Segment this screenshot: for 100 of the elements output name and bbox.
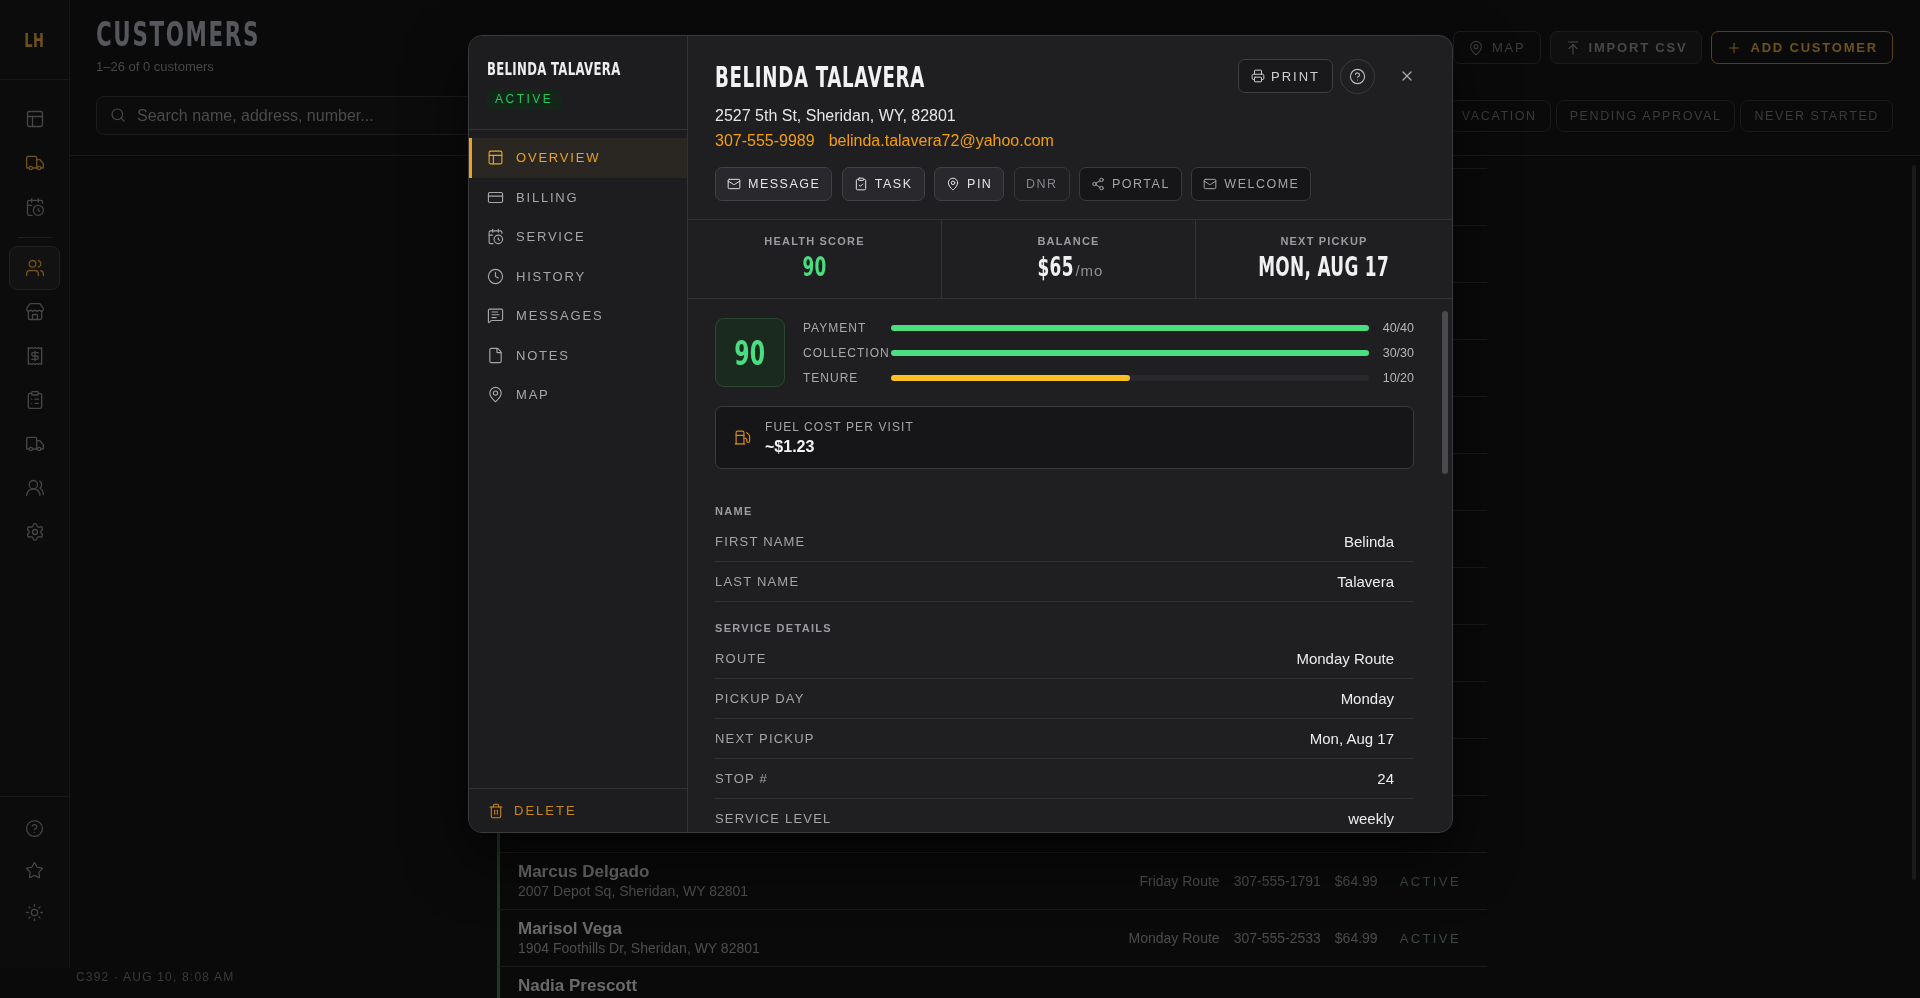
status-text: ACTIVE <box>1399 930 1461 946</box>
truck-icon <box>24 153 45 173</box>
delete-button[interactable]: DELETE <box>488 802 577 819</box>
customer-row[interactable]: Marisol Vega 1904 Foothills Dr, Sheridan, WY 82801 Monday Route 307-555-2533 $64.99 ACTIVE <box>497 910 1487 967</box>
mail-icon <box>1203 177 1218 191</box>
sidebar-tab[interactable]: MAP <box>469 375 687 415</box>
fuel-pump-icon <box>734 429 751 446</box>
store-icon <box>24 302 45 322</box>
score-value: 90 <box>734 332 766 373</box>
phone-link[interactable]: 307-555-9989 <box>715 131 815 151</box>
customer-name: Marcus Delgado <box>518 862 650 882</box>
print-button[interactable]: PRINT <box>1238 59 1333 93</box>
customer-name: Marisol Vega <box>518 919 622 939</box>
stat-value: 90 <box>802 254 827 280</box>
status-text: ACTIVE <box>1399 873 1461 889</box>
field-label: SERVICE LEVEL <box>715 811 832 826</box>
action-button[interactable]: PIN <box>934 167 1005 201</box>
field-value: 24 <box>1377 770 1394 787</box>
field-label: FIRST NAME <box>715 534 806 549</box>
action-button[interactable]: DNR <box>1013 167 1070 201</box>
stat-unit: /mo <box>1075 262 1104 279</box>
route-text: Monday Route <box>1128 930 1220 946</box>
stat-label: HEALTH SCORE <box>764 234 865 248</box>
nav-button[interactable] <box>9 246 60 290</box>
customer-address: 1904 Foothills Dr, Sheridan, WY 82801 <box>518 939 760 957</box>
file-icon <box>487 346 504 364</box>
stat-value: MON, AUG 17 <box>1258 254 1390 280</box>
customer-heading: BELINDA TALAVERA <box>715 63 925 93</box>
truck-icon <box>24 434 45 454</box>
field-value: Talavera <box>1337 573 1394 590</box>
customer-name: Nadia Prescott <box>518 976 638 996</box>
sidebar-tab[interactable]: BILLING <box>469 177 687 217</box>
fuel-value: ~$1.23 <box>765 436 815 457</box>
section-title: SERVICE DETAILS <box>715 621 832 635</box>
stat-label: NEXT PICKUP <box>1280 234 1368 248</box>
star-icon <box>25 860 44 880</box>
factor-label: PAYMENT <box>803 320 867 335</box>
layout-icon <box>24 109 45 129</box>
factor-reading: 30/30 <box>1382 345 1414 360</box>
clipboard-check-icon <box>853 177 868 191</box>
mail-icon <box>727 177 741 191</box>
field-label: STOP # <box>715 771 768 786</box>
search-icon <box>110 107 126 123</box>
printer-icon <box>1251 69 1265 83</box>
phone-text: 307-555-1791 <box>1233 873 1321 889</box>
rate-text: $64.99 <box>1334 930 1378 946</box>
result-count: 1–26 of 0 customers <box>96 59 214 75</box>
users-icon <box>24 258 45 278</box>
sidebar-tab[interactable]: NOTES <box>469 335 687 375</box>
page-title: CUSTOMERS <box>96 18 261 52</box>
brand-logo: LH <box>24 27 45 52</box>
layout-icon <box>487 149 504 167</box>
share-icon <box>1091 177 1105 191</box>
customer-name: BELINDA TALAVERA <box>487 59 621 79</box>
factor-label: TENURE <box>803 370 859 385</box>
customer-address: 2007 Depot Sq, Sheridan, WY 82801 <box>518 882 749 900</box>
section-title: NAME <box>715 504 753 518</box>
field-label: LAST NAME <box>715 574 800 589</box>
field-value: Belinda <box>1343 533 1394 550</box>
sidebar-tab[interactable]: MESSAGES <box>469 296 687 336</box>
status-badge: ACTIVE <box>487 89 562 110</box>
factor-label: COLLECTION <box>803 345 890 360</box>
field-value: Mon, Aug 17 <box>1309 730 1394 747</box>
action-button[interactable]: TASK <box>841 167 925 201</box>
sidebar-tab[interactable]: SERVICE <box>469 217 687 257</box>
action-button[interactable]: WELCOME <box>1191 167 1312 201</box>
settings-icon <box>24 522 45 542</box>
message-icon <box>487 307 504 325</box>
map-pin-icon <box>1468 39 1484 56</box>
field-value: Monday <box>1340 690 1394 707</box>
action-button[interactable]: PORTAL <box>1079 167 1182 201</box>
map-pin-icon <box>946 177 961 191</box>
sun-icon <box>25 902 44 922</box>
rate-text: $64.99 <box>1334 873 1378 889</box>
field-label: ROUTE <box>715 651 767 666</box>
help-icon <box>25 818 44 838</box>
field-value: Monday Route <box>1296 650 1394 667</box>
field-label: NEXT PICKUP <box>715 731 815 746</box>
fuel-label: FUEL COST PER VISIT <box>765 418 914 435</box>
route-text: Friday Route <box>1139 873 1220 889</box>
field-label: PICKUP DAY <box>715 691 805 706</box>
address-text: 2527 5th St, Sheridan, WY, 82801 <box>715 106 956 126</box>
phone-text: 307-555-2533 <box>1233 930 1321 946</box>
calendar-clock-icon <box>24 197 45 217</box>
stat-label: BALANCE <box>1037 234 1100 248</box>
factor-reading: 10/20 <box>1382 370 1414 385</box>
factor-reading: 40/40 <box>1382 320 1414 335</box>
sidebar-tab[interactable]: OVERVIEW <box>469 138 687 178</box>
map-pin-icon <box>487 386 504 404</box>
action-button[interactable]: MESSAGE <box>715 167 833 201</box>
trash-icon <box>488 802 504 819</box>
email-link[interactable]: belinda.talavera72@yahoo.com <box>828 131 1054 151</box>
user-group-icon <box>24 478 45 498</box>
field-value: weekly <box>1348 810 1394 827</box>
sidebar-tab[interactable]: HISTORY <box>469 256 687 296</box>
calendar-clock-icon <box>487 228 504 246</box>
help-icon <box>1349 67 1366 85</box>
stat-value: $65 <box>1037 254 1074 280</box>
clock-icon <box>487 267 504 285</box>
customer-row[interactable]: Nadia Prescott <box>497 967 1487 998</box>
